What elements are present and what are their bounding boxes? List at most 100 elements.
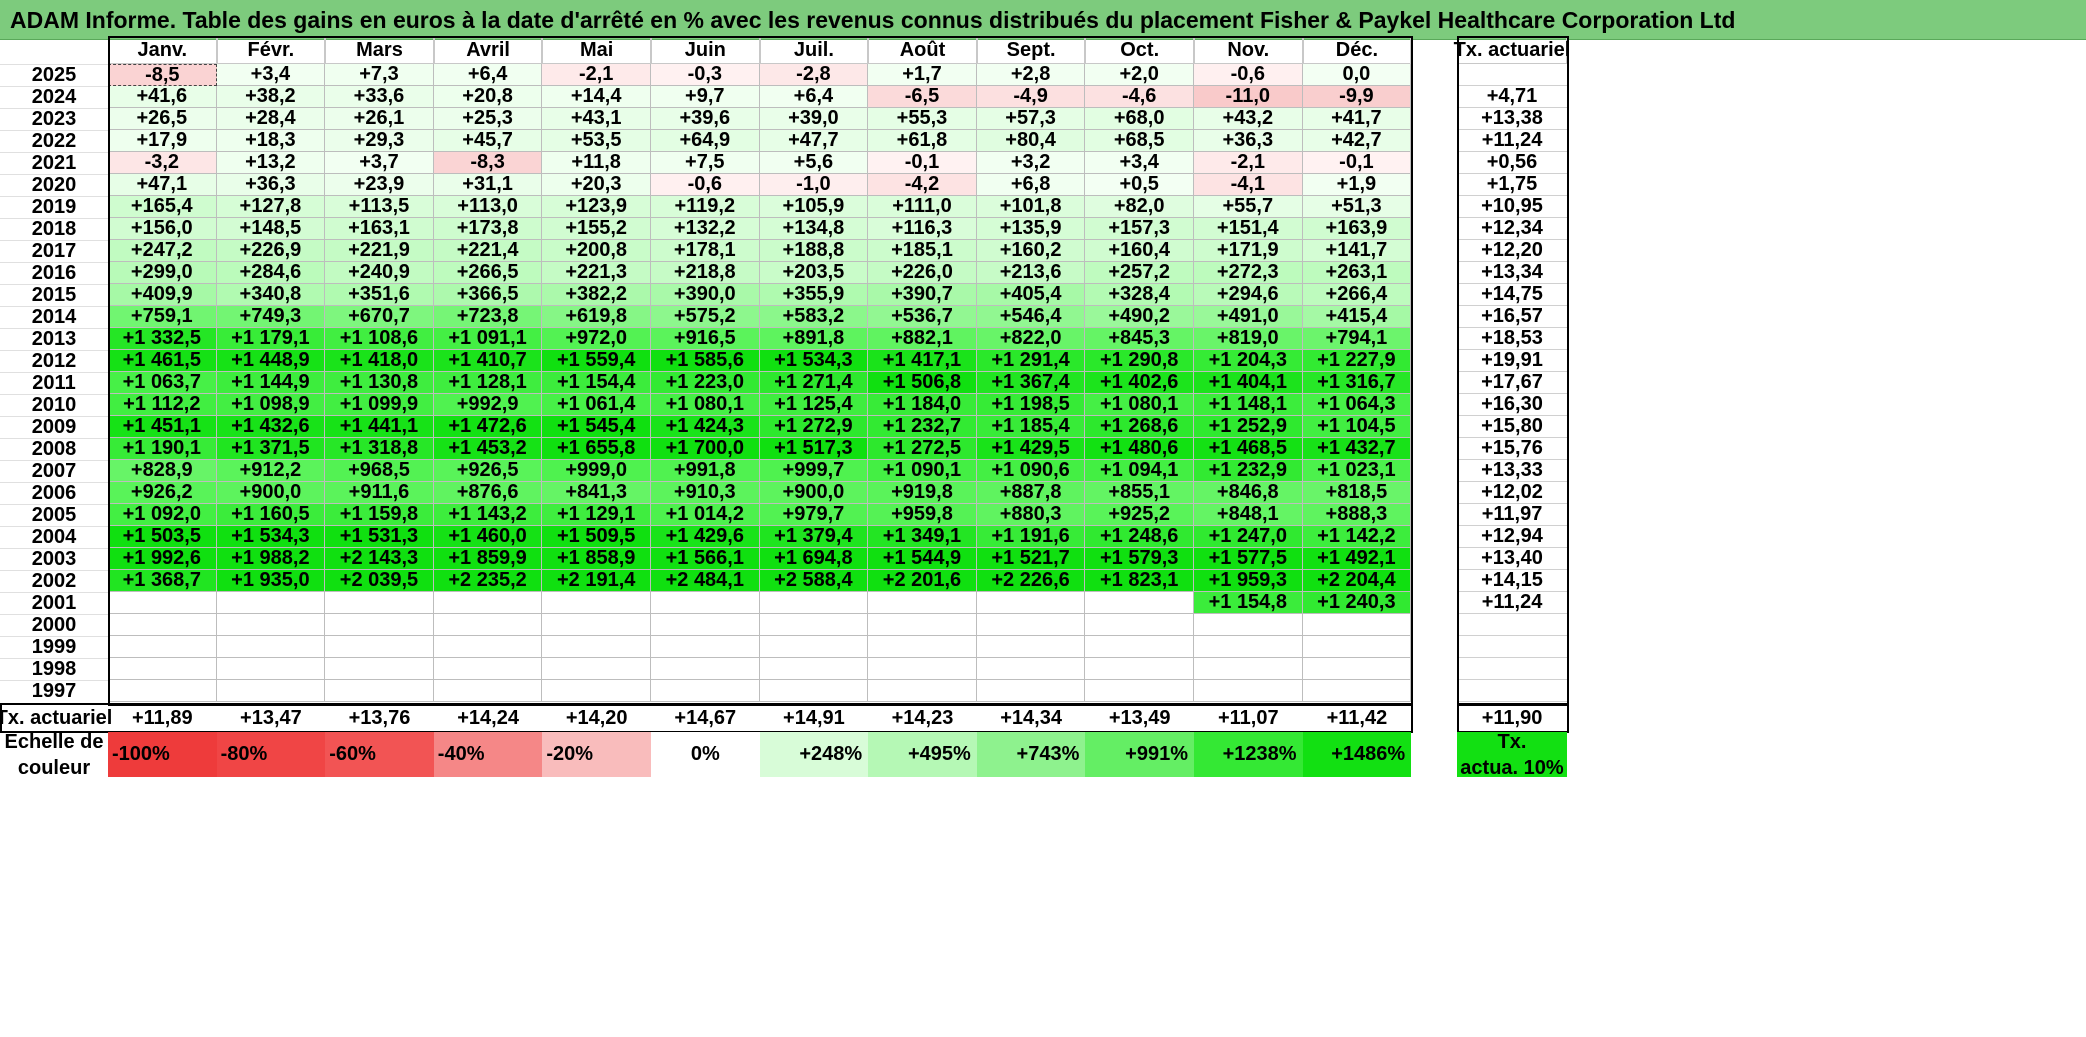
- year-label: 1998: [0, 658, 108, 680]
- table-cell: +855,1: [1085, 481, 1194, 504]
- scale-swatch: +495%: [868, 732, 977, 777]
- table-cell: [1085, 680, 1194, 702]
- table-cell: -4,2: [868, 173, 977, 196]
- table-cell: +64,9: [651, 129, 760, 152]
- table-cell: +959,8: [868, 503, 977, 526]
- year-label: 2013: [0, 328, 108, 350]
- table-cell: [868, 658, 977, 680]
- actuarial-cell: +11,24: [1457, 129, 1567, 152]
- table-cell: +1 092,0: [108, 503, 217, 526]
- table-cell: [1194, 614, 1303, 636]
- table-cell: +1 368,7: [108, 569, 217, 592]
- table-cell: [1085, 636, 1194, 658]
- table-cell: +1 379,4: [759, 525, 869, 548]
- table-cell: +123,9: [542, 195, 651, 218]
- month-header: Sept.: [976, 36, 1086, 64]
- table-cell: +841,3: [542, 481, 651, 504]
- table-cell: +340,8: [216, 283, 326, 306]
- month-header: Oct.: [1085, 36, 1194, 64]
- table-cell: +670,7: [325, 305, 434, 328]
- footer-cell: +14,20: [565, 706, 628, 729]
- table-cell: -4,1: [1194, 173, 1303, 196]
- table-cell: [108, 614, 217, 636]
- table-cell: +2 204,4: [1302, 569, 1412, 592]
- table-cell: +1 291,4: [976, 349, 1086, 372]
- table-cell: +43,2: [1194, 107, 1303, 130]
- table-cell: +23,9: [325, 173, 434, 196]
- table-cell: +1 223,0: [651, 371, 760, 394]
- table-cell: +1 080,1: [651, 393, 760, 416]
- table-cell: +20,3: [542, 173, 651, 196]
- table-cell: [433, 680, 543, 702]
- table-cell: [976, 592, 1086, 614]
- legend-label: Echelle de couleur: [0, 731, 108, 779]
- table-cell: +1 248,6: [1085, 525, 1194, 548]
- table-cell: +1 417,1: [868, 349, 977, 372]
- year-label: 2001: [0, 592, 108, 614]
- actuarial-cell: +12,34: [1457, 217, 1567, 240]
- table-cell: +1 448,9: [216, 349, 326, 372]
- footer-cell: +14,24: [457, 706, 519, 729]
- table-cell: +171,9: [1194, 239, 1303, 262]
- table-cell: +912,2: [216, 459, 326, 482]
- table-cell: +1 461,5: [108, 349, 217, 372]
- table-cell: -11,0: [1194, 85, 1303, 108]
- table-cell: +68,5: [1085, 129, 1194, 152]
- table-cell: +1,9: [1302, 173, 1412, 196]
- table-cell: +1 023,1: [1302, 459, 1412, 482]
- table-cell: -6,5: [868, 85, 977, 108]
- table-cell: +1 506,8: [868, 371, 977, 394]
- table-cell: +536,7: [868, 305, 977, 328]
- table-cell: +1 655,8: [542, 437, 651, 460]
- actuarial-cell: +1,75: [1457, 173, 1567, 196]
- table-cell: +188,8: [759, 239, 869, 262]
- table-cell: +26,1: [325, 107, 434, 130]
- table-cell: -8,5: [108, 64, 217, 86]
- actuarial-cell: +15,80: [1457, 415, 1567, 438]
- actuarial-cell: +11,97: [1457, 503, 1567, 526]
- table-cell: -8,3: [433, 151, 543, 174]
- table-cell: +1 099,9: [325, 393, 434, 416]
- table-cell: +1 112,2: [108, 393, 217, 416]
- table-cell: [976, 658, 1086, 680]
- table-cell: +1 091,1: [433, 327, 543, 350]
- table-cell: +203,5: [759, 261, 869, 284]
- table-cell: [759, 680, 869, 702]
- table-cell: [216, 614, 326, 636]
- table-cell: +1 521,7: [976, 547, 1086, 570]
- table-cell: [108, 592, 217, 614]
- table-cell: +11,8: [542, 151, 651, 174]
- year-label: 2019: [0, 196, 108, 218]
- table-cell: +1 410,7: [433, 349, 543, 372]
- table-cell: +1 290,8: [1085, 349, 1194, 372]
- table-cell: +1 198,5: [976, 393, 1086, 416]
- table-cell: -2,8: [759, 63, 869, 86]
- table-cell: +1 823,1: [1085, 569, 1194, 592]
- month-header: Févr.: [216, 36, 326, 64]
- table-cell: [216, 592, 326, 614]
- table-cell: +1 694,8: [759, 547, 869, 570]
- table-cell: +157,3: [1085, 217, 1194, 240]
- table-cell: [433, 592, 543, 614]
- table-cell: +41,6: [108, 85, 217, 108]
- table-cell: +105,9: [759, 195, 869, 218]
- year-label: 2012: [0, 350, 108, 372]
- table-cell: +156,0: [108, 217, 217, 240]
- table-cell: [108, 636, 217, 658]
- table-cell: -4,6: [1085, 85, 1194, 108]
- table-cell: +2 235,2: [433, 569, 543, 592]
- table-cell: +1 992,6: [108, 547, 217, 570]
- year-label: 2011: [0, 372, 108, 394]
- table-cell: +1 184,0: [868, 393, 977, 416]
- table-cell: [433, 636, 543, 658]
- table-cell: +101,8: [976, 195, 1086, 218]
- table-cell: +1 988,2: [216, 547, 326, 570]
- table-cell: [325, 592, 434, 614]
- table-cell: +880,3: [976, 503, 1086, 526]
- table-cell: +1 559,4: [542, 349, 651, 372]
- table-cell: +1 700,0: [651, 437, 760, 460]
- table-cell: +415,4: [1302, 305, 1412, 328]
- table-cell: -0,1: [1302, 151, 1412, 174]
- table-cell: +5,6: [759, 151, 869, 174]
- table-cell: +1 468,5: [1194, 437, 1303, 460]
